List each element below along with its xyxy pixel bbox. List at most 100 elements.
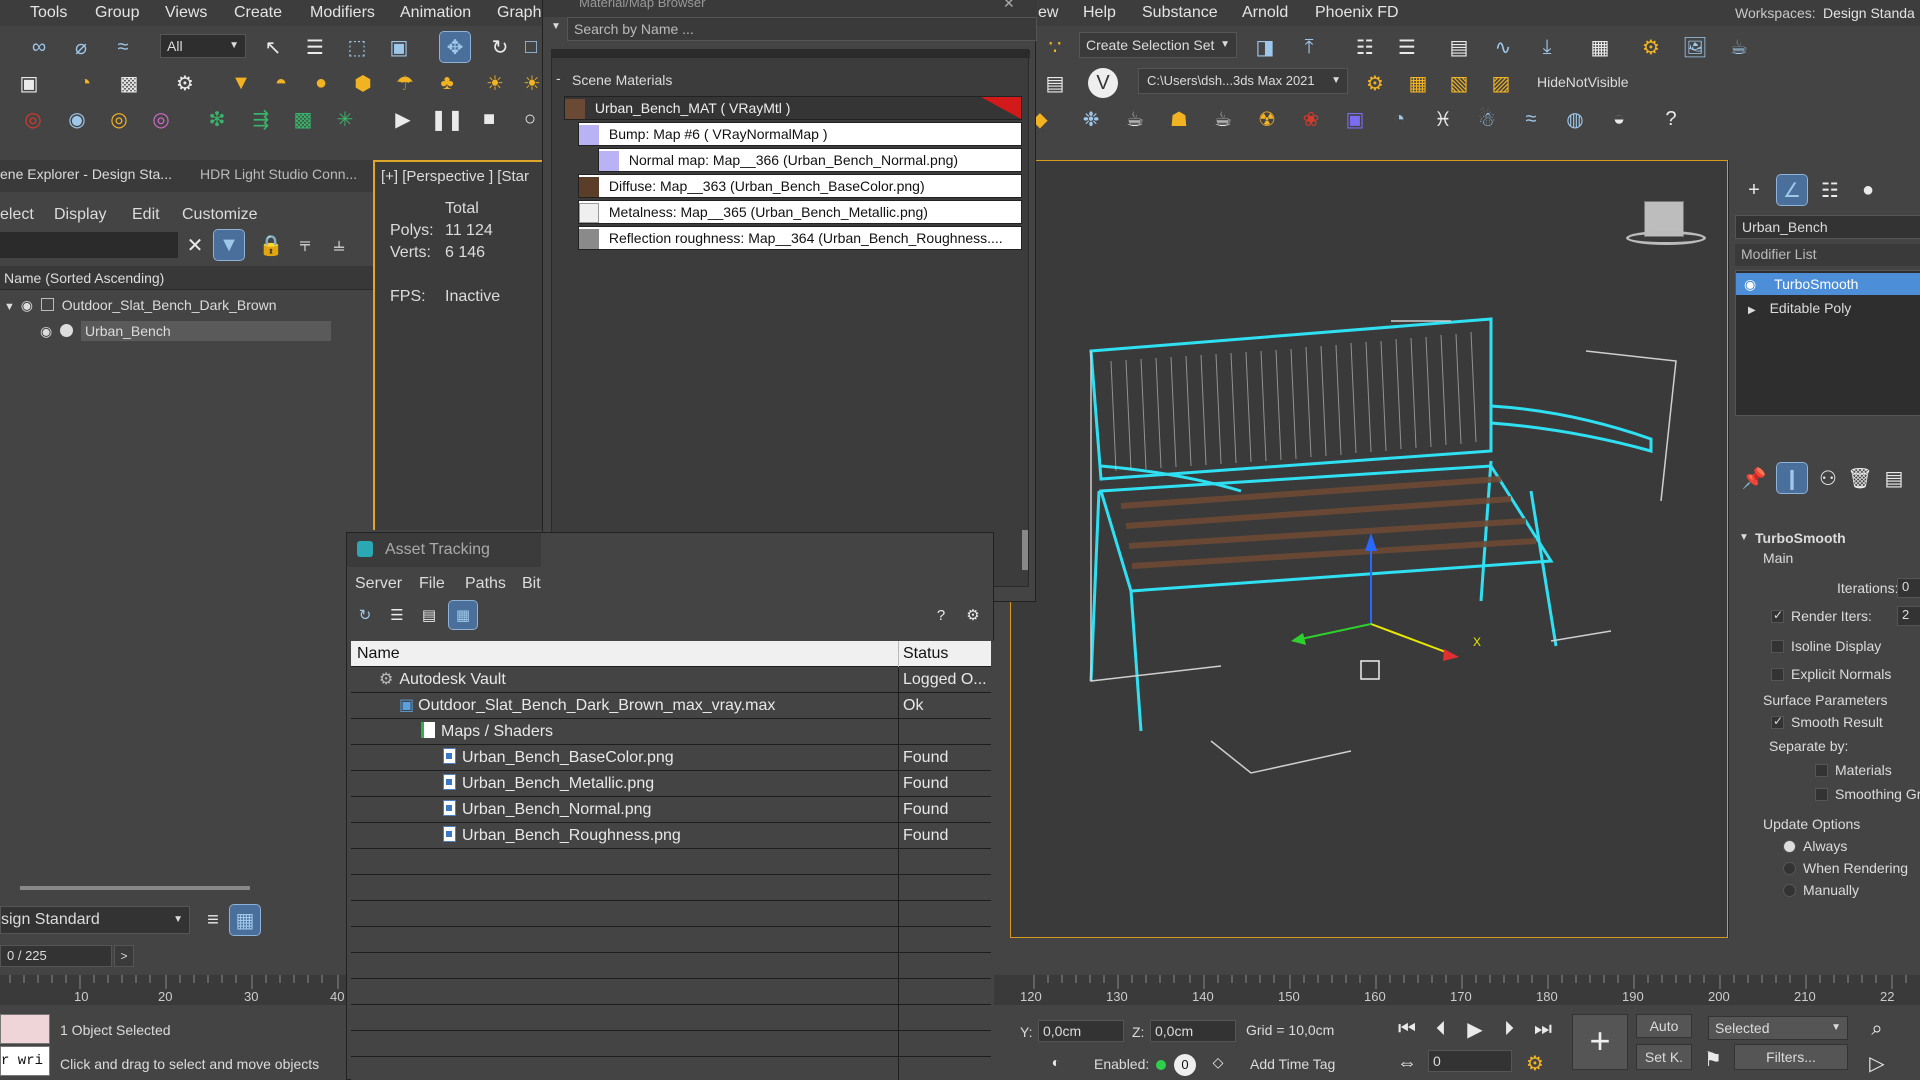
- layer-explorer-icon[interactable]: ▦: [229, 904, 261, 936]
- viewcube[interactable]: [1626, 201, 1706, 251]
- material-item-metalness[interactable]: Metalness: Map__365 (Urban_Bench_Metalli…: [578, 200, 1022, 224]
- project-path-dropdown[interactable]: C:\Users\dsh...3ds Max 2021 ▼: [1138, 68, 1348, 94]
- zoom-icon[interactable]: ⌕: [1862, 1014, 1892, 1044]
- menu-file[interactable]: File: [419, 575, 445, 593]
- key-filter-icon[interactable]: ⚑: [1698, 1044, 1728, 1074]
- menu-select[interactable]: elect: [0, 206, 34, 224]
- adaptive-degradation-icon[interactable]: ◐: [1044, 1050, 1068, 1074]
- auto-key-button[interactable]: Auto: [1636, 1014, 1692, 1038]
- window-crossing-icon[interactable]: ▣: [384, 32, 414, 62]
- viewport-label[interactable]: [+] [Perspective ] [Star: [381, 168, 529, 185]
- menu-arnold[interactable]: Arnold: [1242, 0, 1288, 26]
- layers-icon[interactable]: ≡: [198, 905, 228, 935]
- timeline-left[interactable]: [0, 975, 346, 1005]
- section-scene-materials[interactable]: Scene Materials: [572, 72, 672, 88]
- lights-ies-icon[interactable]: ⬢: [348, 68, 378, 98]
- main-viewport[interactable]: X: [1010, 160, 1728, 938]
- make-unique-icon[interactable]: ⚇: [1813, 463, 1843, 493]
- lock-icon[interactable]: 🔒: [256, 230, 286, 260]
- material-list-scrollbar[interactable]: [1022, 530, 1028, 570]
- column-status-header[interactable]: Status: [903, 641, 991, 667]
- create-geometry-icon[interactable]: ▣: [14, 68, 44, 98]
- lights-spot-icon[interactable]: ▼: [226, 68, 256, 98]
- iterations-spinner[interactable]: 0: [1897, 578, 1920, 598]
- modify-tab-icon[interactable]: ∠: [1776, 174, 1808, 206]
- filter-icon[interactable]: ▼: [213, 229, 245, 261]
- remove-modifier-icon[interactable]: 🗑: [1845, 463, 1875, 493]
- menu-substance[interactable]: Substance: [1142, 0, 1218, 26]
- sun-partial-icon[interactable]: ☀: [523, 68, 541, 98]
- phoenix-11-icon[interactable]: ☃: [1472, 104, 1502, 134]
- list-view-icon[interactable]: ☰: [383, 601, 411, 629]
- tree-item-group[interactable]: ▼ ◉ Outdoor_Slat_Bench_Dark_Brown: [0, 292, 373, 318]
- material-item-diffuse[interactable]: Diffuse: Map__363 (Urban_Bench_BaseColor…: [578, 174, 1022, 198]
- play-animation-icon[interactable]: ▶: [1460, 1014, 1490, 1044]
- show-end-result-icon[interactable]: ❙: [1776, 462, 1808, 494]
- toggle-layer-explorer-icon[interactable]: ☰: [1392, 32, 1422, 62]
- object-name-field[interactable]: Urban_Bench: [1735, 215, 1920, 239]
- time-config-icon[interactable]: ⚙: [1520, 1048, 1550, 1078]
- help-icon[interactable]: ?: [927, 601, 955, 629]
- rect-selection-icon[interactable]: ⬚: [342, 32, 372, 62]
- material-item-roughness[interactable]: Reflection roughness: Map__364 (Urban_Be…: [578, 226, 1022, 250]
- menu-display[interactable]: Display: [54, 206, 106, 224]
- link-icon[interactable]: ∞: [24, 32, 54, 62]
- set-key-button[interactable]: +: [1572, 1014, 1628, 1070]
- material-browser-titlebar[interactable]: Material/Map Browser ✕: [543, 0, 1037, 17]
- phoenix-10-icon[interactable]: ♓: [1428, 104, 1458, 134]
- table-row[interactable]: ▣ Outdoor_Slat_Bench_Dark_Brown_max_vray.…: [351, 693, 991, 719]
- phoenix-6-icon[interactable]: ☢: [1252, 104, 1282, 134]
- phoenix-9-icon[interactable]: ◔: [1384, 104, 1414, 134]
- help-icon[interactable]: ?: [1656, 104, 1686, 134]
- rollout-title[interactable]: TurboSmooth: [1755, 530, 1846, 546]
- clear-search-icon[interactable]: ✕: [180, 230, 210, 260]
- render-production-icon[interactable]: ☕: [1724, 32, 1754, 62]
- pin-stack-icon[interactable]: 📌: [1739, 463, 1769, 493]
- align-icon[interactable]: ⤒: [1294, 32, 1324, 62]
- go-to-end-icon[interactable]: ⏭: [1528, 1014, 1558, 1044]
- lights-omni-icon[interactable]: ☂: [390, 68, 420, 98]
- menu-modifiers[interactable]: Modifiers: [310, 0, 375, 26]
- enabled-value-badge[interactable]: 0: [1174, 1054, 1196, 1076]
- phoenix-5-icon[interactable]: ☕: [1208, 104, 1238, 134]
- go-to-start-icon[interactable]: ⏮: [1392, 1014, 1422, 1044]
- snaps-toggle-icon[interactable]: ∵: [1040, 32, 1070, 62]
- lights-sphere-icon[interactable]: ●: [306, 68, 336, 98]
- bind-space-warp-icon[interactable]: ≈: [108, 32, 138, 62]
- hierarchy-tab-icon[interactable]: ☷: [1815, 175, 1845, 205]
- table-row[interactable]: ⚙ Autodesk Vault Logged O...: [351, 667, 991, 693]
- eye-icon[interactable]: ◉: [21, 297, 33, 313]
- phoenix-8-icon[interactable]: ▣: [1340, 104, 1370, 134]
- material-item-normal[interactable]: Normal map: Map__366 (Urban_Bench_Normal…: [598, 148, 1022, 172]
- arnold-icon[interactable]: ◎: [18, 104, 48, 134]
- tree-view-icon[interactable]: ▤: [415, 601, 443, 629]
- expand-icon[interactable]: ▼: [4, 301, 15, 313]
- reset-icon[interactable]: ○: [520, 104, 540, 134]
- menu-edit[interactable]: Edit: [132, 206, 160, 224]
- lights-dome-icon[interactable]: ◓: [266, 68, 296, 98]
- table-row[interactable]: Urban_Bench_BaseColor.png Found: [351, 745, 991, 771]
- menu-tools[interactable]: Tools: [30, 0, 67, 26]
- stack-item-editable-poly[interactable]: ▶ Editable Poly: [1736, 297, 1920, 319]
- orbit-icon[interactable]: ▷: [1862, 1048, 1892, 1078]
- material-item-root[interactable]: Urban_Bench_MAT ( VRayMtl ): [564, 96, 1022, 120]
- toggle-ribbon-icon[interactable]: ▤: [1444, 32, 1474, 62]
- materials-checkbox[interactable]: [1815, 764, 1828, 777]
- key-mode-icon[interactable]: ⇔: [1392, 1048, 1422, 1078]
- search-options-chevron-icon[interactable]: ▼: [551, 21, 561, 32]
- layer-manager-icon[interactable]: ▤: [1040, 68, 1070, 98]
- menu-create[interactable]: Create: [234, 0, 282, 26]
- pink-orb-icon[interactable]: ◎: [146, 104, 176, 134]
- phoenix-2-icon[interactable]: ❉: [1076, 104, 1106, 134]
- project-new-icon[interactable]: ▧: [1444, 68, 1474, 98]
- selection-filter-dropdown[interactable]: All ▼: [160, 34, 246, 58]
- configure-sets-icon[interactable]: ▤: [1879, 463, 1909, 493]
- curve-editor-icon[interactable]: ∿: [1488, 32, 1518, 62]
- project-settings-icon[interactable]: ⚙: [1360, 68, 1390, 98]
- schematic-view-icon[interactable]: ⤓: [1532, 32, 1562, 62]
- select-scale-icon[interactable]: □: [524, 32, 538, 62]
- transform-z-field[interactable]: 0,0cm: [1150, 1020, 1236, 1042]
- phoenix-7-icon[interactable]: ❀: [1296, 104, 1326, 134]
- sun-icon[interactable]: ☀: [480, 68, 510, 98]
- layer-dropdown[interactable]: sign Standard ▼: [0, 906, 190, 934]
